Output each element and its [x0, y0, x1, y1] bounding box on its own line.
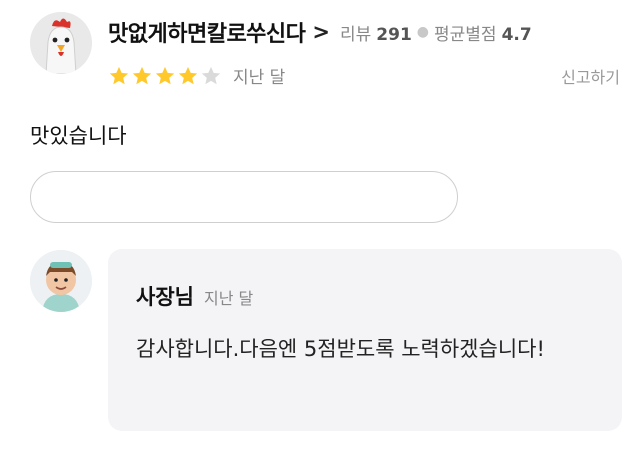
owner-header: 사장님 지난 달	[136, 281, 253, 311]
owner-character-icon	[30, 250, 92, 312]
review-count-value: 291	[376, 24, 412, 45]
owner-reply-card: 사장님 지난 달 감사합니다.다음엔 5점받도록 노력하겠습니다!	[108, 249, 622, 431]
average-rating: 평균별점 4.7	[434, 20, 532, 45]
chevron-right-icon[interactable]: >	[312, 20, 330, 44]
star-rating	[108, 65, 223, 87]
comment-input[interactable]	[30, 171, 458, 223]
review-count: 리뷰 291	[340, 20, 412, 45]
rating-row: 지난 달	[108, 63, 285, 88]
reviewer-info: 맛없게하면칼로쑤신다 > 리뷰 291 ● 평균별점 4.7	[108, 16, 532, 48]
reviewer-avatar[interactable]	[30, 12, 92, 74]
separator-dot: ●	[416, 24, 430, 40]
review-time: 지난 달	[233, 68, 286, 88]
star-filled-icon	[132, 66, 152, 84]
owner-reply-time: 지난 달	[203, 289, 254, 308]
chicken-icon	[30, 12, 92, 74]
average-rating-label: 평균별점	[434, 24, 497, 45]
star-filled-icon	[178, 66, 198, 84]
report-button[interactable]: 신고하기	[561, 64, 620, 88]
star-filled-icon	[155, 66, 175, 84]
review-count-label: 리뷰	[340, 24, 372, 45]
average-rating-value: 4.7	[501, 24, 532, 45]
review-text: 맛있습니다	[30, 124, 127, 148]
star-empty-icon	[201, 66, 221, 84]
reviewer-nickname[interactable]: 맛없게하면칼로쑤신다	[108, 16, 306, 48]
owner-avatar	[30, 250, 92, 312]
star-filled-icon	[109, 66, 129, 84]
owner-reply-text: 감사합니다.다음엔 5점받도록 노력하겠습니다!	[136, 337, 545, 361]
owner-name: 사장님	[136, 285, 194, 309]
